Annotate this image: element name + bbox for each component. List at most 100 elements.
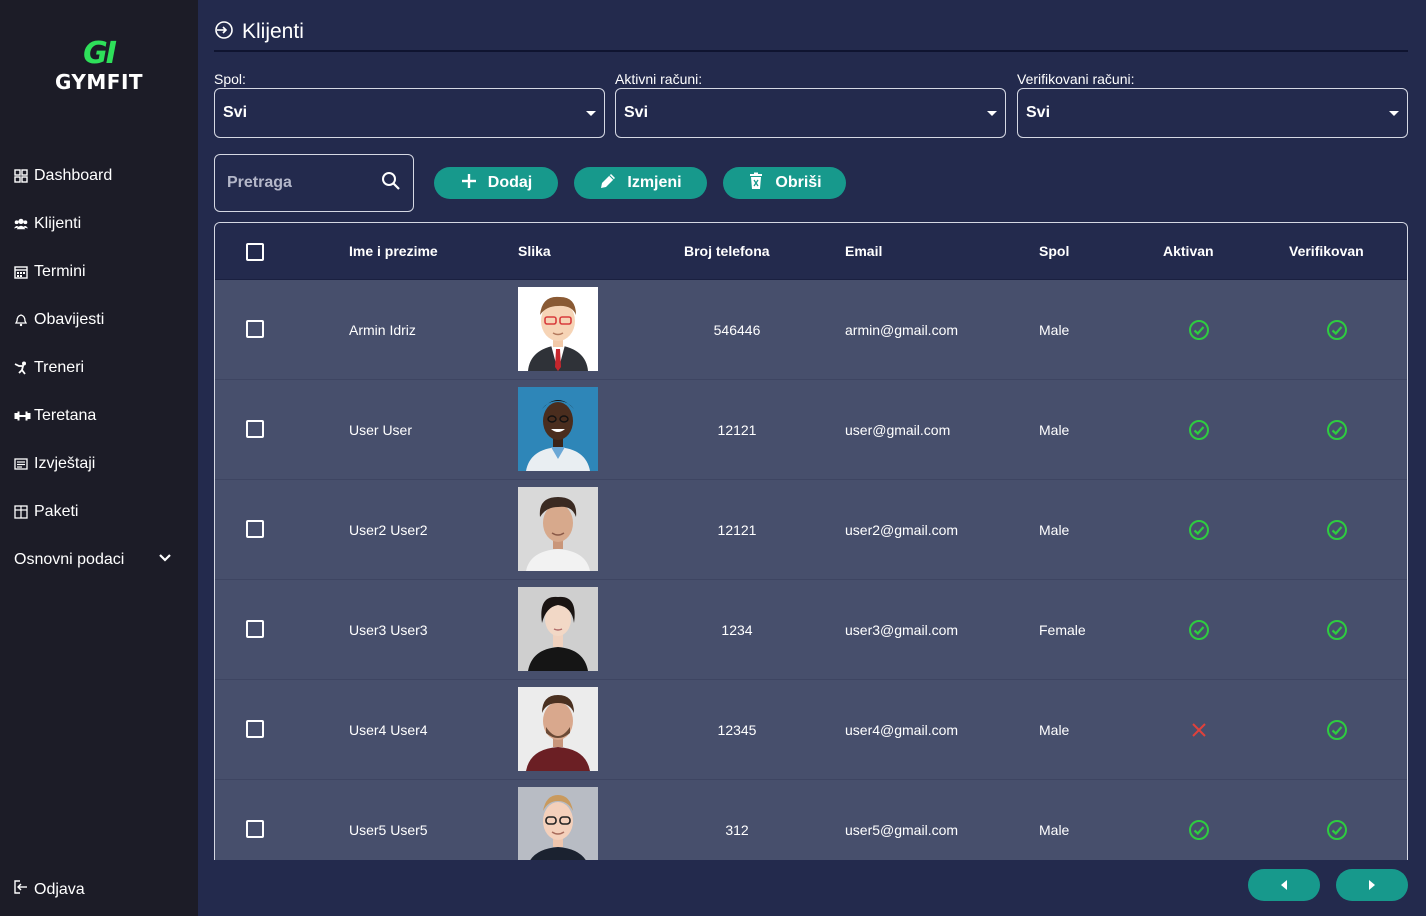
cell-name: User User <box>349 421 413 438</box>
filter-label: Aktivni računi: <box>615 71 703 87</box>
search-box <box>214 154 414 212</box>
caret-down-icon <box>987 110 997 116</box>
table-row[interactable]: Armin Idriz 546446 armin@gmail.com Male <box>215 280 1407 380</box>
clients-table: Ime i prezime Slika Broj telefona Email … <box>214 222 1408 860</box>
filter-label: Spol: <box>214 71 246 87</box>
cell-phone: 12345 <box>717 721 757 738</box>
sidebar-item-label: Teretana <box>34 407 97 424</box>
sidebar-item-label: Klijenti <box>34 215 82 232</box>
sidebar-item-label: Termini <box>34 263 86 280</box>
sidebar-item-klijenti[interactable]: Klijenti <box>14 200 190 248</box>
sidebar-item-label: Paketi <box>34 503 79 520</box>
sidebar-item-label: Treneri <box>34 359 85 376</box>
table-body: Armin Idriz 546446 armin@gmail.com Male User… <box>215 280 1407 860</box>
sidebar-item-izvjestaji[interactable]: Izvještaji <box>14 440 190 488</box>
table-row[interactable]: User4 User4 12345 user4@gmail.com Male <box>215 680 1407 780</box>
select-value: Svi <box>223 104 248 121</box>
bell-icon <box>14 313 34 327</box>
caret-down-icon <box>1389 110 1399 116</box>
avatar <box>518 587 598 671</box>
avatar <box>518 387 598 471</box>
cell-phone: 1234 <box>721 621 753 638</box>
column-header[interactable]: Spol <box>1039 243 1069 259</box>
cell-email: user4@gmail.com <box>845 721 959 738</box>
dashboard-icon <box>14 169 34 183</box>
sidebar-item-termini[interactable]: Termini <box>14 248 190 296</box>
login-icon <box>214 20 242 45</box>
check-circle-icon <box>1326 619 1348 641</box>
pencil-icon <box>599 172 627 195</box>
cell-gender: Male <box>1039 421 1070 438</box>
row-checkbox[interactable] <box>246 720 264 738</box>
table-row[interactable]: User User 12121 user@gmail.com Male <box>215 380 1407 480</box>
cell-name: User4 User4 <box>349 721 428 738</box>
aktivni-select[interactable]: Svi <box>615 88 1006 138</box>
prev-page-button[interactable] <box>1248 869 1320 901</box>
users-icon <box>14 217 34 231</box>
avatar <box>518 687 598 771</box>
logout-label: Odjava <box>34 880 85 898</box>
sidebar-group-osnovni-podaci[interactable]: Osnovni podaci <box>14 536 172 584</box>
check-circle-icon <box>1326 319 1348 341</box>
sidebar-item-paketi[interactable]: Paketi <box>14 488 190 536</box>
row-checkbox[interactable] <box>246 320 264 338</box>
cell-gender: Male <box>1039 521 1070 538</box>
row-checkbox[interactable] <box>246 620 264 638</box>
next-page-button[interactable] <box>1336 869 1408 901</box>
column-header[interactable]: Broj telefona <box>684 243 770 259</box>
column-header[interactable]: Aktivan <box>1163 243 1214 259</box>
sidebar-item-teretana[interactable]: Teretana <box>14 392 190 440</box>
check-circle-icon <box>1326 419 1348 441</box>
logout-icon <box>14 880 34 899</box>
table-row[interactable]: User2 User2 12121 user2@gmail.com Male <box>215 480 1407 580</box>
cell-name: Armin Idriz <box>349 321 416 338</box>
delete-button[interactable]: Obriši <box>723 167 846 199</box>
page-header: Klijenti <box>214 14 1408 52</box>
cell-gender: Male <box>1039 321 1070 338</box>
caret-right-icon <box>1369 880 1375 890</box>
column-header[interactable]: Ime i prezime <box>349 243 438 259</box>
row-checkbox[interactable] <box>246 420 264 438</box>
cell-phone: 546446 <box>713 321 761 338</box>
spol-select[interactable]: Svi <box>214 88 605 138</box>
filter-aktivni: Aktivni računi: Svi <box>615 70 1006 138</box>
column-header[interactable]: Slika <box>518 243 551 259</box>
plus-icon <box>460 172 488 195</box>
cell-name: User2 User2 <box>349 521 428 538</box>
table-row[interactable]: User3 User3 1234 user3@gmail.com Female <box>215 580 1407 680</box>
check-circle-icon <box>1188 619 1210 641</box>
column-header[interactable]: Email <box>845 243 882 259</box>
cell-phone: 312 <box>725 821 749 838</box>
sidebar-group-label: Osnovni podaci <box>14 551 125 568</box>
logout-button[interactable]: Odjava <box>14 880 85 899</box>
check-circle-icon <box>1188 419 1210 441</box>
verifikovani-select[interactable]: Svi <box>1017 88 1408 138</box>
delete-label: Obriši <box>775 174 822 191</box>
avatar <box>518 487 598 571</box>
cell-email: user5@gmail.com <box>845 821 959 838</box>
caret-left-icon <box>1281 880 1287 890</box>
check-circle-icon <box>1188 319 1210 341</box>
search-input[interactable] <box>227 174 357 192</box>
edit-label: Izmjeni <box>627 174 682 191</box>
cell-name: User5 User5 <box>349 821 428 838</box>
cell-email: armin@gmail.com <box>845 321 959 338</box>
trainer-icon <box>14 361 34 375</box>
add-button[interactable]: Dodaj <box>434 167 558 199</box>
search-icon[interactable] <box>381 171 401 196</box>
cell-phone: 12121 <box>717 421 757 438</box>
column-header[interactable]: Verifikovan <box>1289 243 1364 259</box>
select-all-checkbox[interactable] <box>246 243 264 261</box>
check-circle-icon <box>1326 719 1348 741</box>
table-row[interactable]: User5 User5 312 user5@gmail.com Male <box>215 780 1407 860</box>
sidebar-item-treneri[interactable]: Treneri <box>14 344 190 392</box>
cell-email: user2@gmail.com <box>845 521 959 538</box>
row-checkbox[interactable] <box>246 520 264 538</box>
sidebar-item-dashboard[interactable]: Dashboard <box>14 152 190 200</box>
edit-button[interactable]: Izmjeni <box>574 167 707 199</box>
caret-down-icon <box>586 110 596 116</box>
cell-gender: Male <box>1039 821 1070 838</box>
sidebar-item-obavijesti[interactable]: Obavijesti <box>14 296 190 344</box>
select-value: Svi <box>624 104 649 121</box>
row-checkbox[interactable] <box>246 820 264 838</box>
